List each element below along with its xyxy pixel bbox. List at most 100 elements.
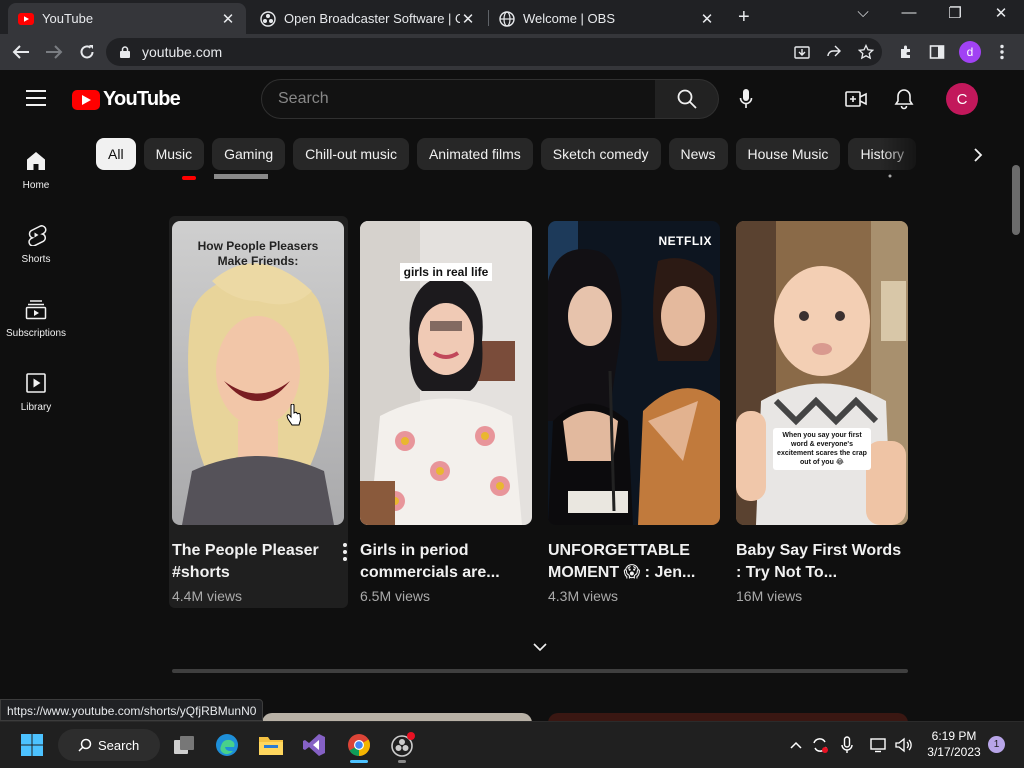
sync-icon[interactable] <box>811 736 829 754</box>
link-status-bar: https://www.youtube.com/shorts/yQfjRBMun… <box>0 699 264 721</box>
home-icon <box>27 152 45 170</box>
short-thumbnail[interactable]: When you say your first word & everyone'… <box>736 221 908 525</box>
restore-button[interactable]: ❐ <box>940 4 970 22</box>
clock-time: 6:19 PM <box>931 729 977 743</box>
notifications-bell-icon[interactable] <box>892 87 916 111</box>
clock-date: 3/17/2023 <box>927 745 981 759</box>
short-title[interactable]: The People Pleaser #shorts <box>172 540 344 584</box>
short-title[interactable]: Baby Say First Words : Try Not To... <box>736 540 908 584</box>
menu-icon[interactable] <box>26 90 46 106</box>
browser-menu-icon[interactable] <box>993 43 1011 61</box>
tab-search-chevron-icon[interactable]: ⌵ <box>848 4 878 21</box>
sidebar-item-library[interactable]: Library <box>0 360 72 434</box>
tab-title: Open Broadcaster Software | OBS <box>284 11 460 26</box>
chip-house-music[interactable]: House Music <box>735 138 841 170</box>
search-button[interactable] <box>655 79 719 119</box>
volume-icon[interactable] <box>895 736 913 754</box>
taskbar-search[interactable]: Search <box>58 729 160 761</box>
share-icon[interactable] <box>825 43 843 61</box>
forward-button[interactable] <box>43 41 65 63</box>
tab-close-icon[interactable]: ✕ <box>699 10 715 28</box>
edge-browser-icon[interactable] <box>213 731 241 759</box>
install-app-icon[interactable] <box>793 43 811 61</box>
sidebar-item-label: Subscriptions <box>5 328 67 339</box>
account-avatar[interactable]: C <box>946 83 978 115</box>
short-card-1[interactable]: How People Pleasers Make Friends: The Pe… <box>172 221 347 604</box>
chip-music[interactable]: Music <box>143 138 205 170</box>
chrome-icon[interactable] <box>345 731 373 759</box>
short-views: 6.5M views <box>360 588 431 604</box>
tab-youtube[interactable]: YouTube ✕ <box>8 3 246 34</box>
thumbnail-overlay-text: NETFLIX <box>658 234 712 248</box>
short-title[interactable]: Girls in period commercials are... <box>360 540 532 584</box>
voice-search-button[interactable] <box>727 80 765 118</box>
chip-chill-out-music[interactable]: Chill-out music <box>293 138 409 170</box>
search-box[interactable] <box>261 79 656 119</box>
sidebar-item-shorts[interactable]: Shorts <box>0 212 72 286</box>
shorts-shelf-header-peek <box>180 173 280 185</box>
windows-start-icon[interactable] <box>18 731 46 759</box>
sidebar-item-label: Shorts <box>21 254 51 265</box>
close-window-button[interactable]: ✕ <box>986 4 1016 22</box>
bookmark-star-icon[interactable] <box>857 43 875 61</box>
chips-next-chevron-icon[interactable] <box>966 143 990 167</box>
thumbnail-overlay-text: When you say your first word & everyone'… <box>773 428 871 470</box>
sidebar-item-subscriptions[interactable]: Subscriptions <box>0 286 72 360</box>
extensions-icon[interactable] <box>897 43 915 61</box>
tab-title: Welcome | OBS <box>523 11 615 26</box>
library-icon <box>26 373 46 393</box>
minimize-button[interactable]: — <box>894 4 924 21</box>
short-thumbnail[interactable]: How People Pleasers Make Friends: <box>172 221 344 525</box>
youtube-logo[interactable]: YouTube <box>72 88 181 111</box>
tab-obs[interactable]: Open Broadcaster Software | OBS ✕ <box>250 3 486 34</box>
taskbar-search-label: Search <box>98 737 140 753</box>
show-hidden-icons-chevron-icon[interactable] <box>787 736 805 754</box>
chip-animated-films[interactable]: Animated films <box>416 138 533 170</box>
obs-running-indicator <box>398 760 406 763</box>
tab-close-icon[interactable]: ✕ <box>220 10 236 28</box>
address-bar[interactable]: youtube.com <box>106 38 882 66</box>
obs-studio-icon[interactable] <box>389 731 417 759</box>
short-views: 16M views <box>736 588 803 604</box>
thumbnail-overlay-text: How People Pleasers Make Friends: <box>197 239 319 268</box>
section-divider <box>172 669 908 673</box>
page-scrollbar[interactable] <box>1012 165 1020 235</box>
chip-news[interactable]: News <box>668 138 728 170</box>
chip-all[interactable]: All <box>96 138 136 170</box>
back-button[interactable] <box>10 41 32 63</box>
taskbar-clock[interactable]: 6:19 PM 3/17/2023 <box>923 728 985 760</box>
side-panel-icon[interactable] <box>928 43 946 61</box>
chip-gaming[interactable]: Gaming <box>212 138 286 170</box>
short-card-3[interactable]: NETFLIX UNFORGETTABLE MOMENT 😱 : Jen... … <box>548 221 720 604</box>
search-input[interactable] <box>278 90 655 108</box>
visual-studio-icon[interactable] <box>300 731 328 759</box>
chips-fade <box>880 138 950 172</box>
network-display-icon[interactable] <box>870 736 888 754</box>
tab-title: YouTube <box>42 11 94 26</box>
reload-button[interactable] <box>76 41 98 63</box>
short-card-4[interactable]: When you say your first word & everyone'… <box>736 221 908 604</box>
profile-avatar[interactable]: d <box>959 41 981 63</box>
filter-chips-bar: All Music Gaming Chill-out music Animated fi… <box>96 138 946 172</box>
short-views: 4.3M views <box>548 588 619 604</box>
tab-welcome-obs[interactable]: Welcome | OBS ✕ <box>489 3 725 34</box>
sidebar-item-label: Home <box>22 180 50 191</box>
globe-favicon <box>499 10 515 27</box>
microphone-icon[interactable] <box>838 736 856 754</box>
youtube-favicon <box>18 11 34 27</box>
notification-count-badge[interactable]: 1 <box>988 736 1005 753</box>
search-icon <box>78 738 92 752</box>
sidebar-item-home[interactable]: Home <box>0 138 72 212</box>
file-explorer-icon[interactable] <box>257 731 285 759</box>
more-options-icon[interactable] <box>343 543 349 564</box>
chip-sketch-comedy[interactable]: Sketch comedy <box>540 138 661 170</box>
show-more-chevron-icon[interactable] <box>530 639 550 655</box>
short-thumbnail[interactable]: NETFLIX <box>548 221 720 525</box>
new-tab-button[interactable]: + <box>738 6 750 29</box>
short-thumbnail[interactable]: girls in real life <box>360 221 532 525</box>
task-view-icon[interactable] <box>170 731 198 759</box>
create-video-icon[interactable] <box>844 87 868 111</box>
short-title[interactable]: UNFORGETTABLE MOMENT 😱 : Jen... <box>548 540 720 584</box>
tab-close-icon[interactable]: ✕ <box>460 10 476 28</box>
short-card-2[interactable]: girls in real life Girls in period comme… <box>360 221 532 604</box>
